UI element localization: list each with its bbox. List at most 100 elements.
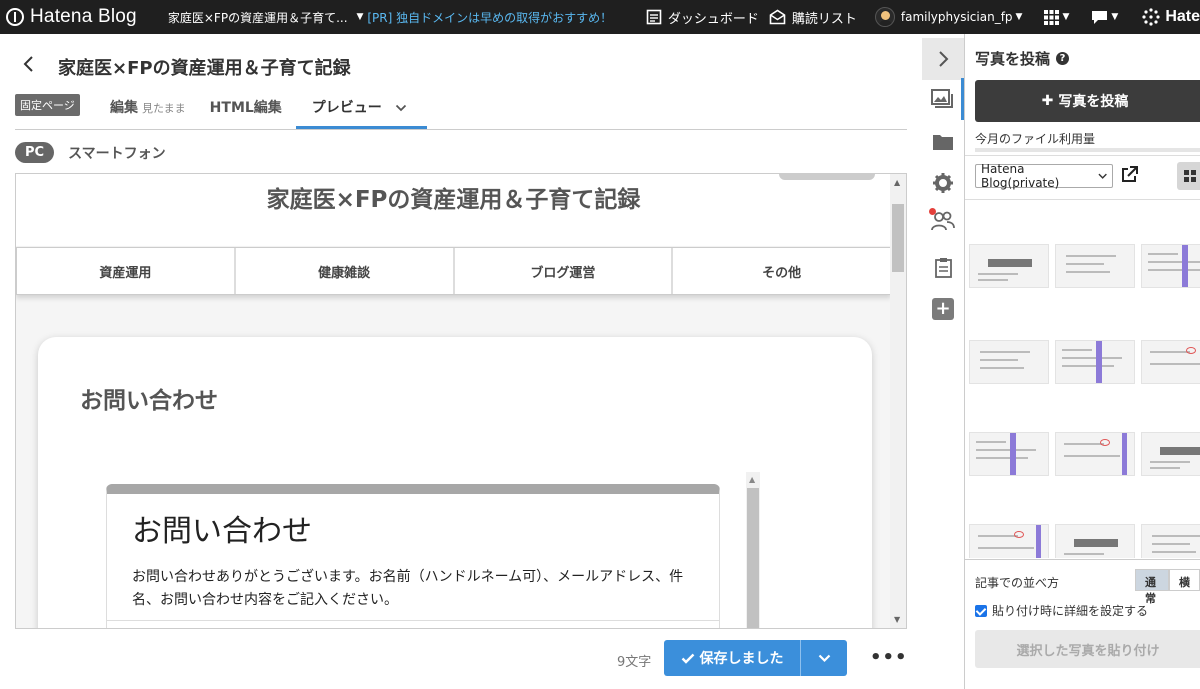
thumbnail-content (1062, 357, 1122, 359)
sidebar-item-users[interactable] (922, 200, 964, 242)
photo-thumbnail[interactable] (969, 524, 1049, 558)
thumbnail-content (1100, 439, 1110, 446)
device-tab-pc[interactable]: PC (15, 142, 55, 163)
photo-thumbnail[interactable] (969, 340, 1049, 384)
photo-thumbnail[interactable] (1055, 244, 1135, 288)
thumbnail-content (1066, 271, 1110, 273)
more-options-button[interactable]: ••• (870, 647, 908, 668)
apps-menu-button[interactable]: ▼ (1044, 9, 1073, 25)
photo-thumbnail[interactable] (1055, 524, 1135, 558)
preview-frame[interactable]: 家庭医×FPの資産運用＆子育て記録 資産運用 健康雑談 ブログ運営 その他 お問… (15, 173, 907, 629)
external-link-icon[interactable] (1121, 166, 1138, 187)
photo-thumbnail[interactable] (1141, 524, 1200, 558)
caret-down-icon: ▼ (1062, 12, 1070, 22)
save-options-button[interactable] (801, 654, 847, 663)
embedded-form[interactable]: お問い合わせ お問い合わせありがとうございます。お名前（ハンドルネーム可）、メー… (106, 484, 720, 628)
device-tab-smartphone[interactable]: スマートフォン (68, 143, 166, 163)
photo-thumbnail[interactable] (969, 244, 1049, 288)
thumbnail-content (1036, 525, 1041, 558)
device-tabs: PC スマートフォン (15, 142, 166, 163)
thumbnail-content (976, 441, 1006, 443)
sidebar-item-clipboard[interactable] (922, 246, 964, 288)
thumbnail-content (1150, 351, 1190, 353)
notifications-button[interactable]: ▼ (1091, 10, 1122, 25)
album-select-value: Hatena Blog(private) (981, 162, 1060, 190)
thumbnail-content (1074, 539, 1118, 547)
sidebar-item-photos[interactable] (922, 78, 964, 120)
hatena-blog-logo[interactable]: Hatena Blog (0, 6, 168, 28)
blog-switcher[interactable]: 家庭医×FPの資産運用＆子育て... (168, 9, 354, 26)
form-divider (107, 620, 719, 621)
nav-item-blog[interactable]: ブログ運営 (455, 248, 674, 294)
save-button[interactable]: 保存しました (664, 640, 801, 676)
photo-thumbnail[interactable] (1141, 432, 1200, 476)
nav-item-health[interactable]: 健康雑談 (236, 248, 455, 294)
collapse-panel-button[interactable] (922, 38, 964, 80)
photo-thumbnail-grid (969, 206, 1200, 558)
preview-scrollbar[interactable]: ▲ ▼ (890, 174, 906, 628)
photo-thumbnail[interactable] (969, 432, 1049, 476)
scroll-up-icon[interactable]: ▲ (749, 475, 755, 484)
tab-html-edit[interactable]: HTML編集 (200, 89, 296, 129)
back-chevron-icon[interactable] (22, 54, 34, 78)
user-menu[interactable]: familyphysician_fp ▼ (874, 7, 1027, 27)
preview-blog-title[interactable]: 家庭医×FPの資産運用＆子育て記録 (16, 180, 891, 214)
thumbnail-content (978, 547, 1034, 549)
detail-setting-checkbox[interactable]: 貼り付け時に詳細を設定する (975, 602, 1148, 619)
plus-icon: ✚ (1041, 93, 1054, 109)
scroll-thumb[interactable] (747, 488, 759, 628)
tab-wysiwyg[interactable]: 編集 見たまま (100, 89, 200, 129)
thumbnail-content (1148, 269, 1200, 271)
panel-title-text: 写真を投稿 (975, 50, 1051, 68)
thumbnail-content (1150, 461, 1190, 463)
global-header: Hatena Blog 家庭医×FPの資産運用＆子育て... ▼ [PR] 独自… (0, 0, 1200, 34)
checkbox-checked-icon[interactable] (975, 604, 987, 617)
help-icon[interactable]: ? (1056, 52, 1070, 65)
nav-item-other[interactable]: その他 (673, 248, 890, 294)
thumbnail-content (1064, 443, 1104, 445)
thumbnail-content (1150, 363, 1200, 365)
sidebar-item-folder[interactable] (922, 120, 964, 162)
entry-title[interactable]: 家庭医×FPの資産運用＆子育て記録 (58, 54, 351, 80)
hatena-logo-link[interactable]: Hate (1142, 8, 1200, 26)
promo-link[interactable]: [PR] 独自ドメインは早めの取得がおすすめ！ (367, 9, 635, 26)
grid-view-toggle[interactable] (1177, 162, 1200, 190)
upload-label: 写真を投稿 (1058, 94, 1129, 110)
photo-thumbnail[interactable] (1055, 432, 1135, 476)
panel-divider (965, 559, 1200, 560)
sort-option-normal[interactable]: 通常 (1135, 569, 1169, 605)
scroll-down-icon[interactable]: ▼ (894, 615, 900, 624)
caret-down-icon[interactable]: ▼ (356, 12, 363, 22)
scroll-up-icon[interactable]: ▲ (894, 178, 900, 187)
tab-label: プレビュー (311, 100, 382, 116)
tab-label: HTML編集 (209, 100, 282, 116)
logo-text: Hatena Blog (30, 6, 137, 27)
photo-thumbnail[interactable] (1141, 244, 1200, 288)
scroll-thumb[interactable] (892, 204, 904, 272)
thumbnail-content (1150, 467, 1180, 469)
nav-item-asset[interactable]: 資産運用 (17, 248, 236, 294)
chevron-right-icon (938, 51, 948, 67)
char-count: 9文字 (617, 655, 652, 670)
photo-thumbnail[interactable] (1055, 340, 1135, 384)
page-type-badge: 固定ページ (15, 94, 80, 116)
chevron-down-icon (818, 654, 830, 662)
dashboard-link[interactable]: ダッシュボード (646, 8, 759, 27)
form-scrollbar[interactable]: ▲ (746, 472, 760, 628)
subscriptions-label: 購読リスト (791, 11, 857, 27)
tab-preview[interactable]: プレビュー (295, 89, 427, 129)
thumbnail-content (1066, 263, 1104, 265)
sidebar-item-settings[interactable] (922, 162, 964, 204)
thumbnail-content (976, 449, 1036, 451)
upload-photo-button[interactable]: ✚ 写真を投稿 (975, 80, 1200, 122)
subscriptions-link[interactable]: 購読リスト (769, 8, 857, 27)
sort-option-horizontal[interactable]: 横 (1169, 569, 1200, 591)
paste-selected-photos-button[interactable]: 選択した写真を貼り付け (975, 630, 1200, 668)
photo-thumbnail[interactable] (1141, 340, 1200, 384)
album-select[interactable]: Hatena Blog(private) (975, 162, 1113, 190)
thumbnail-content (1062, 349, 1092, 351)
chevron-down-icon (1098, 173, 1107, 179)
preview-entry-title: お問い合わせ (80, 388, 218, 414)
sidebar-item-add[interactable]: + (922, 288, 964, 330)
dashboard-icon (646, 9, 662, 25)
